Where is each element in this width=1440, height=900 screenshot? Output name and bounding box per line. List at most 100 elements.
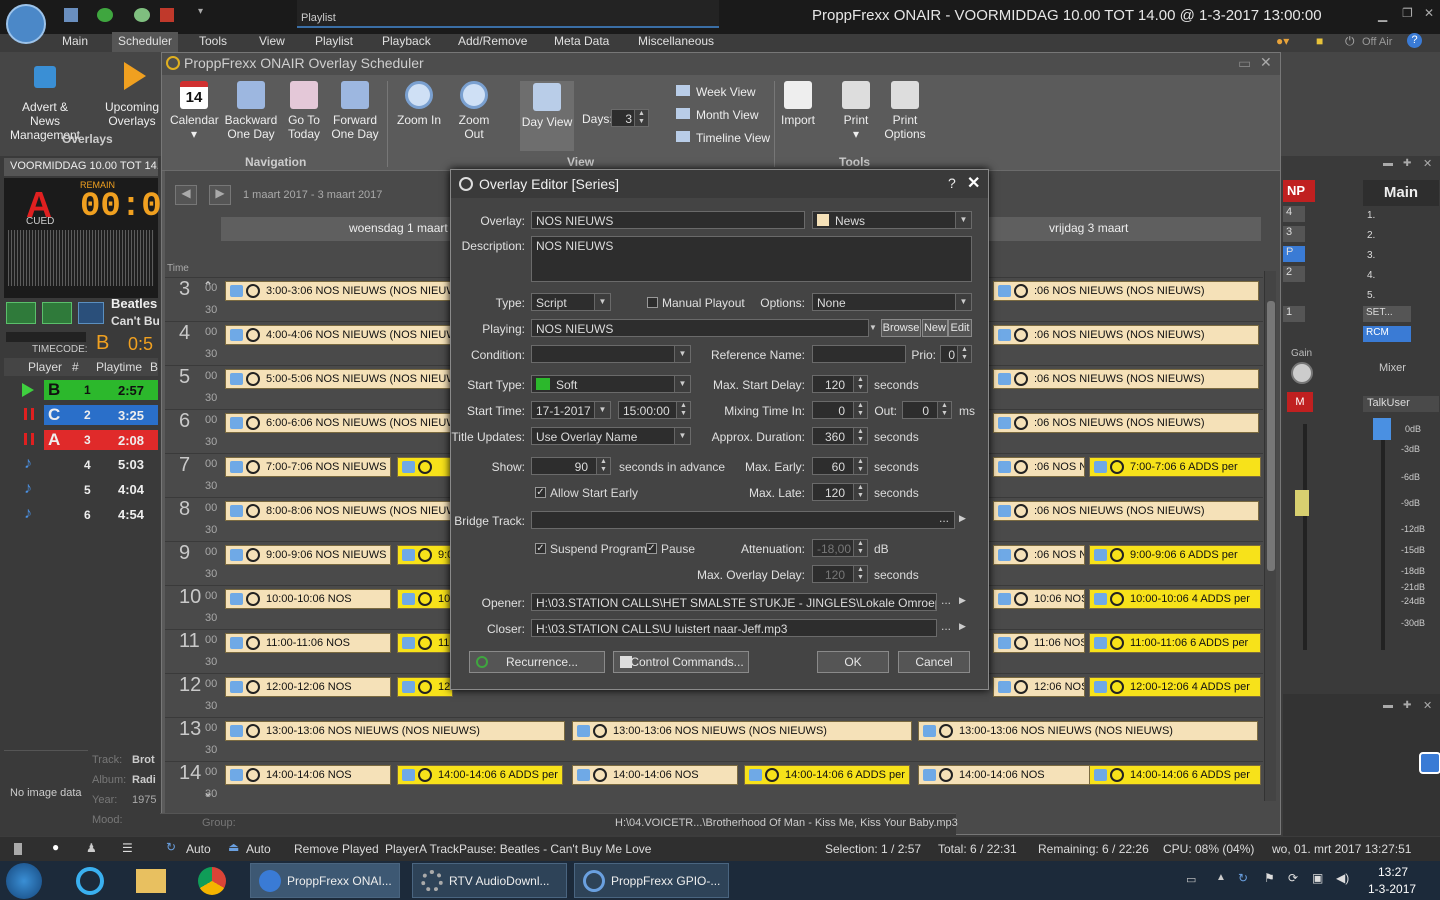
lower-panel-min-icon[interactable]: ▬ [1383,700,1393,711]
zoom-in-button[interactable]: Zoom In [394,81,444,127]
edit-button[interactable]: Edit [948,319,972,337]
overlay-event[interactable]: :06 NOS NIEUWS (NOS NIEUWS) [993,501,1259,521]
overlay-event[interactable]: 13:00-13:06 NOS NIEUWS (NOS NIEUWS) [918,721,1258,741]
overlay-event[interactable]: 14:00-14:06 6 ADDS per [1089,765,1261,785]
menu-view[interactable]: View [259,34,285,52]
slot-item[interactable]: 1. [1367,210,1375,221]
ok-button[interactable]: OK [817,651,889,673]
pause-checkbox[interactable]: ✓ [646,543,657,554]
closer-arrow-icon[interactable]: ▶ [959,621,966,632]
vertical-scrollbar[interactable] [1264,271,1276,801]
title-updates-select[interactable]: Use Overlay Name ▼ [531,427,691,445]
quick-access-dropdown-icon[interactable]: ▾ [198,6,203,17]
slot-item[interactable]: 3. [1367,250,1375,261]
minimize-button[interactable]: ▁ [1378,8,1387,22]
bridge-track-arrow-icon[interactable]: ▶ [959,513,966,524]
upcoming-overlays-button[interactable]: Upcoming Overlays [104,100,160,128]
clock-time[interactable]: 13:27 [1378,865,1408,879]
auto-toggle-1[interactable]: Auto [186,842,211,856]
scheduler-restore-button[interactable]: ▭ [1238,55,1251,72]
backward-one-day-button[interactable]: Backward One Day [224,81,278,141]
opener-input[interactable]: H:\03.STATION CALLS\HET SMALSTE STUKJE -… [531,593,937,611]
keyboard-icon[interactable]: ▭ [1186,873,1196,886]
recurrence-button[interactable]: Recurrence... [469,651,605,673]
overlay-event[interactable]: 5:00-5:06 NOS NIEUWS (NOS NIEUWS) [225,369,453,389]
overlay-event[interactable]: 3:00-3:06 NOS NIEUWS (NOS NIEUWS) [225,281,453,301]
overlay-event[interactable]: 9:00-9:06 NOS NIEUWS [225,545,391,565]
menu-playback[interactable]: Playback [382,34,431,52]
transport-bar[interactable] [6,332,86,342]
timeline-view-button[interactable]: Timeline View [676,131,770,145]
menu-playlist[interactable]: Playlist [315,34,353,52]
closer-input[interactable]: H:\03.STATION CALLS\U luistert naar-Jeff… [531,619,937,637]
list-icon[interactable]: ☰ [122,841,133,855]
overlay-event[interactable]: 8:00-8:06 NOS NIEUWS (NOS NIEUWS) [225,501,453,521]
forward-one-day-button[interactable]: Forward One Day [328,81,382,141]
calendar-prev-button[interactable]: ◀ [175,185,197,205]
slot-item[interactable]: 4. [1367,270,1375,281]
left-fader-handle[interactable] [1295,490,1309,516]
mini-deck-item[interactable]: 3 [1283,226,1305,242]
overlay-event[interactable]: :06 NOS NIEUWS (NOS NIEUWS) [993,281,1259,301]
user-icon[interactable]: ●▾ [1276,34,1289,48]
menu-main[interactable]: Main [62,34,88,52]
max-start-delay-spinner[interactable]: ▲ ▼ [853,376,867,392]
rcm-button[interactable]: RCM [1363,326,1411,342]
cancel-button[interactable]: Cancel [898,651,970,673]
panel-pin-icon[interactable]: ✚ [1403,158,1411,169]
off-air-icon[interactable]: ⏻ [1345,34,1355,49]
status-icon-1[interactable] [14,843,22,855]
close-button[interactable]: ✕ [1424,6,1434,20]
reference-name-input[interactable] [812,345,906,363]
player-row[interactable]: ♪ 6 4:54 [4,503,158,527]
playlist-tab[interactable]: Playlist [297,0,719,28]
overlay-event[interactable] [397,457,453,477]
action-center-icon[interactable]: ⚑ [1264,871,1275,885]
opener-browse-button[interactable]: ... [941,593,951,607]
save-icon[interactable] [64,8,78,22]
overlay-event[interactable]: 13:00-13:06 NOS NIEUWS (NOS NIEUWS) [225,721,565,741]
remove-played-button[interactable]: Remove Played [294,842,379,856]
overlay-event[interactable]: 10:00-10:06 NOS [225,589,391,609]
lower-panel-close-icon[interactable]: ✕ [1423,699,1432,712]
overlay-event[interactable]: :06 NOS NIEUWS [993,545,1085,565]
auto-toggle-2[interactable]: Auto [246,842,271,856]
overlay-event[interactable]: 12:00-12:06 NOS [225,677,391,697]
player-row[interactable]: ♪ 4 5:03 [4,453,158,477]
start-type-dropdown-icon[interactable]: ▼ [674,376,690,392]
overlay-event[interactable]: 13:00-13:06 NOS NIEUWS (NOS NIEUWS) [572,721,912,741]
description-input[interactable]: NOS NIEUWS [531,236,972,282]
mixing-out-spinner[interactable]: ▲ ▼ [937,402,951,418]
menu-add-remove[interactable]: Add/Remove [458,34,527,52]
mini-deck-item[interactable]: 1 [1283,306,1305,322]
overlay-event[interactable]: 12 [397,677,453,697]
max-early-input[interactable]: 60 ▲ ▼ [812,457,868,475]
show-input[interactable]: 90 ▲ ▼ [531,457,611,475]
type-select[interactable]: Script ▼ [531,293,611,311]
overlay-event[interactable]: 14:00-14:06 6 ADDS per [744,765,910,785]
overlay-event[interactable]: 9:00-9:06 6 ADDS per [1089,545,1261,565]
suspend-program-checkbox[interactable]: ✓ [535,543,546,554]
lock-icon[interactable]: ■ [1316,34,1323,48]
manual-playout-checkbox[interactable] [647,297,658,308]
overlay-event[interactable]: 7:00-7:06 NOS NIEUWS [225,457,391,477]
scrollbar-thumb[interactable] [1267,301,1275,571]
header-playtime[interactable]: Playtime [96,360,142,374]
user-status-icon[interactable]: ♟ [86,841,97,855]
header-number[interactable]: # [72,360,79,374]
allow-start-early-checkbox[interactable]: ✓ [535,487,546,498]
day-header[interactable]: woensdag 1 maart [349,221,448,235]
condition-dropdown-icon[interactable]: ▼ [674,346,690,362]
header-player[interactable]: Player [28,360,62,374]
prio-input[interactable]: 0 ▲ ▼ [940,345,972,363]
start-button[interactable] [6,863,42,899]
control-commands-button[interactable]: Control Commands... [613,651,749,673]
panel-close-icon[interactable]: ✕ [1423,157,1432,170]
print-options-button[interactable]: Print Options [880,81,930,141]
player-row[interactable]: ♪ 5 4:04 [4,478,158,502]
dialog-help-button[interactable]: ? [948,175,956,191]
zoom-out-button[interactable]: Zoom Out [448,81,500,141]
tray-sync-icon[interactable]: ⟳ [1288,871,1298,885]
player-row[interactable]: C 2 3:25 [4,403,158,427]
overlay-event[interactable]: 11:00-11:06 6 ADDS per [1089,633,1261,653]
